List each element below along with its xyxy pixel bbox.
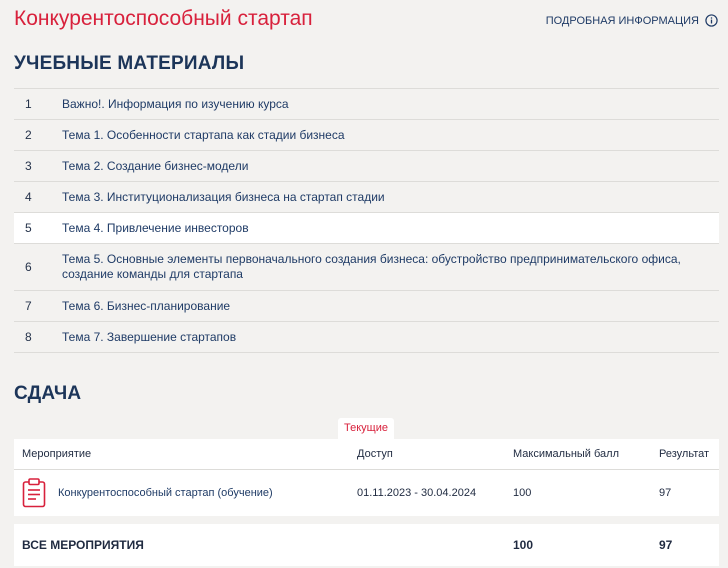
event-cell: Конкурентоспособный стартап (обучение) [14, 470, 357, 517]
material-item-8[interactable]: 8 Тема 7. Завершение стартапов [14, 322, 719, 353]
material-item-2[interactable]: 2 Тема 1. Особенности стартапа как стади… [14, 120, 719, 151]
material-item-3[interactable]: 3 Тема 2. Создание бизнес-модели [14, 151, 719, 182]
tab-current[interactable]: Текущие [338, 418, 394, 439]
column-header-max-score: Максимальный балл [513, 439, 659, 470]
material-item-4[interactable]: 4 Тема 3. Институционализация бизнеса на… [14, 182, 719, 213]
material-item-6[interactable]: 6 Тема 5. Основные элементы первоначальн… [14, 244, 719, 291]
column-header-access: Доступ [357, 439, 513, 470]
total-result: 97 [659, 538, 673, 552]
course-title: Конкурентоспособный стартап [14, 7, 313, 30]
more-info-label: ПОДРОБНАЯ ИНФОРМАЦИЯ [545, 14, 699, 27]
material-number: 3 [25, 159, 32, 173]
total-max-score: 100 [513, 538, 534, 552]
material-number: 4 [25, 190, 32, 204]
material-link[interactable]: Тема 2. Создание бизнес-модели [62, 159, 719, 174]
table-row: Конкурентоспособный стартап (обучение) 0… [14, 470, 719, 517]
result-cell: 97 [659, 487, 672, 499]
access-cell: 01.11.2023 - 30.04.2024 [357, 487, 477, 499]
material-link[interactable]: Тема 6. Бизнес-планирование [62, 299, 719, 314]
material-link[interactable]: Тема 4. Привлечение инвесторов [62, 221, 719, 236]
material-item-5[interactable]: 5 Тема 4. Привлечение инвесторов [14, 213, 719, 244]
separator-cell [14, 516, 719, 524]
column-header-event: Мероприятие [14, 439, 357, 470]
material-number: 5 [25, 221, 32, 235]
table-separator [14, 516, 719, 524]
total-access-cell [357, 524, 513, 566]
table-header-row: Мероприятие Доступ Максимальный балл Рез… [14, 439, 719, 470]
max-score-cell: 100 [513, 487, 532, 499]
material-link[interactable]: Тема 1. Особенности стартапа как стадии … [62, 128, 719, 143]
submission-section-title: СДАЧА [14, 383, 82, 404]
material-number: 6 [25, 260, 32, 274]
total-label: ВСЕ МЕРОПРИЯТИЯ [22, 538, 144, 552]
material-number: 2 [25, 128, 32, 142]
material-link[interactable]: Тема 5. Основные элементы первоначальног… [62, 252, 719, 282]
event-link[interactable]: Конкурентоспособный стартап (обучение) [58, 487, 273, 499]
material-item-7[interactable]: 7 Тема 6. Бизнес-планирование [14, 291, 719, 322]
material-number: 7 [25, 299, 32, 313]
material-link[interactable]: Тема 7. Завершение стартапов [62, 330, 719, 345]
total-row: ВСЕ МЕРОПРИЯТИЯ 100 97 [14, 524, 719, 566]
more-info-link[interactable]: ПОДРОБНАЯ ИНФОРМАЦИЯ [546, 14, 718, 27]
submission-table: Мероприятие Доступ Максимальный балл Рез… [14, 439, 719, 566]
clipboard-icon [22, 478, 46, 508]
info-circle-icon [705, 14, 718, 27]
material-item-1[interactable]: 1 Важно!. Информация по изучению курса [14, 89, 719, 120]
material-link[interactable]: Тема 3. Институционализация бизнеса на с… [62, 190, 719, 205]
materials-list: 1 Важно!. Информация по изучению курса 2… [14, 88, 719, 353]
material-link[interactable]: Важно!. Информация по изучению курса [62, 97, 719, 112]
materials-section-title: УЧЕБНЫЕ МАТЕРИАЛЫ [14, 53, 245, 74]
column-header-result: Результат [659, 439, 719, 470]
material-number: 1 [25, 97, 32, 111]
material-number: 8 [25, 330, 32, 344]
